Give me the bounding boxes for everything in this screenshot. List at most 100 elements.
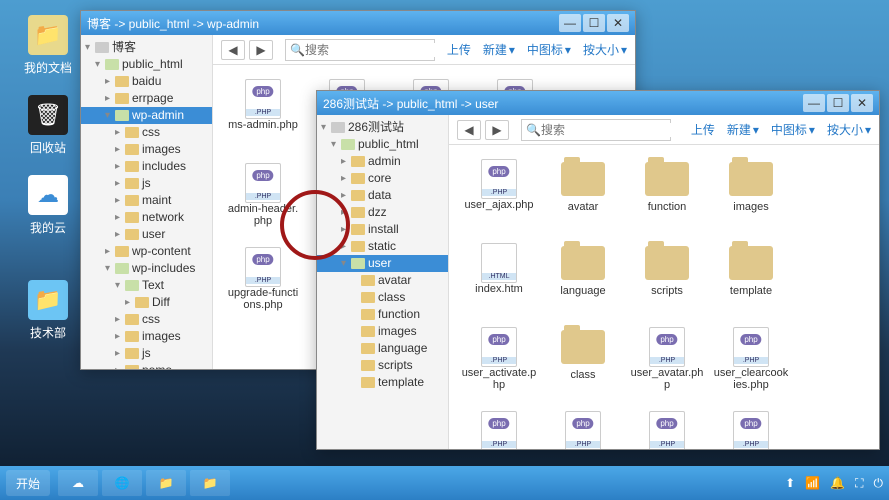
tree-node[interactable]: ▾wp-admin (81, 107, 212, 124)
file-item[interactable]: user_getpasswd.php (459, 407, 539, 449)
task-item[interactable]: 📁 (146, 470, 186, 496)
search-box: 🔍 (285, 39, 435, 61)
upload-link[interactable]: 上传 (447, 41, 471, 58)
tree-node[interactable]: template (317, 374, 448, 391)
tree-node[interactable]: ▸dzz (317, 204, 448, 221)
fullscreen-icon[interactable]: ⛶ (855, 476, 863, 491)
folder-icon (729, 162, 773, 196)
tree-node[interactable]: ▸wp-content (81, 243, 212, 260)
tree-node[interactable]: ▾wp-includes (81, 260, 212, 277)
desktop-icon-tech[interactable]: 📁技术部 (18, 280, 78, 341)
tree-node[interactable]: ▸includes (81, 158, 212, 175)
power-icon[interactable]: ⏻ (874, 476, 884, 491)
back-button[interactable]: ◀ (221, 40, 245, 60)
back-button[interactable]: ◀ (457, 120, 481, 140)
icon-size-link[interactable]: 中图标▾ (771, 121, 815, 138)
maximize-button[interactable]: ☐ (583, 14, 605, 32)
tree-root[interactable]: ▾286测试站 (317, 119, 448, 136)
task-item[interactable]: 🌐 (102, 470, 142, 496)
tree-node[interactable]: ▸Diff (81, 294, 212, 311)
file-item[interactable]: user_lostpasswd.php (627, 407, 707, 449)
tree-node[interactable]: ▸css (81, 124, 212, 141)
desktop-icon-recycle[interactable]: 🗑回收站 (18, 95, 78, 156)
tree-node[interactable]: ▸admin (317, 153, 448, 170)
icon-size-link[interactable]: 中图标▾ (527, 41, 571, 58)
tree-node[interactable]: avatar (317, 272, 448, 289)
close-button[interactable]: ✕ (607, 14, 629, 32)
file-item[interactable]: language (543, 239, 623, 319)
minimize-button[interactable]: — (803, 94, 825, 112)
tree-node[interactable]: language (317, 340, 448, 357)
tree-node[interactable]: ▸images (81, 141, 212, 158)
bell-icon[interactable]: 🔔 (830, 476, 845, 490)
file-item[interactable]: user_ajax.php (459, 155, 539, 235)
tree-node[interactable]: ▸js (81, 175, 212, 192)
tree-node[interactable]: ▾public_html (81, 56, 212, 73)
tree-node[interactable]: ▾Text (81, 277, 212, 294)
forward-button[interactable]: ▶ (485, 120, 509, 140)
file-item[interactable]: user_password.php (711, 407, 791, 449)
folder-tree[interactable]: ▾博客▾public_html▸baidu▸errpage▾wp-admin▸c… (81, 35, 213, 369)
tree-node[interactable]: function (317, 306, 448, 323)
upload-link[interactable]: 上传 (691, 121, 715, 138)
network-icon[interactable]: 📶 (805, 476, 820, 490)
tree-node[interactable]: ▸static (317, 238, 448, 255)
folder-tree[interactable]: ▾286测试站▾public_html▸admin▸core▸data▸dzz▸… (317, 115, 449, 449)
new-link[interactable]: 新建▾ (483, 41, 515, 58)
file-item[interactable]: index.htm (459, 239, 539, 319)
file-item[interactable]: admin-header.php (223, 159, 303, 239)
tree-node[interactable]: ▾user (317, 255, 448, 272)
tree-node[interactable]: ▸images (81, 328, 212, 345)
tree-node[interactable]: images (317, 323, 448, 340)
task-item[interactable]: 📁 (190, 470, 230, 496)
tree-node[interactable]: ▸network (81, 209, 212, 226)
file-name: language (543, 285, 623, 297)
file-item[interactable]: ms-admin.php (223, 75, 303, 155)
start-button[interactable]: 开始 (6, 470, 50, 496)
file-item[interactable]: template (711, 239, 791, 319)
tree-root[interactable]: ▾博客 (81, 39, 212, 56)
tree-node[interactable]: ▸errpage (81, 90, 212, 107)
file-item[interactable]: function (627, 155, 707, 235)
file-item[interactable]: avatar (543, 155, 623, 235)
tree-node[interactable]: ▸pomo (81, 362, 212, 369)
sort-link[interactable]: 按大小▾ (827, 121, 871, 138)
file-item[interactable]: images (711, 155, 791, 235)
tree-node[interactable]: ▸js (81, 345, 212, 362)
task-item[interactable]: ☁ (58, 470, 98, 496)
desktop-icon-documents[interactable]: 📁我的文档 (18, 15, 78, 76)
php-file-icon (245, 247, 281, 287)
file-item[interactable]: class (543, 323, 623, 403)
tree-node[interactable]: ▸install (317, 221, 448, 238)
file-item[interactable]: user_clearcookies.php (711, 323, 791, 403)
minimize-button[interactable]: — (559, 14, 581, 32)
maximize-button[interactable]: ☐ (827, 94, 849, 112)
tree-node[interactable]: scripts (317, 357, 448, 374)
file-grid[interactable]: user_ajax.phpavatarfunctionimages index.h… (449, 145, 879, 449)
tree-node[interactable]: ▸user (81, 226, 212, 243)
tree-node[interactable]: class (317, 289, 448, 306)
chevron-down-icon: ▾ (565, 43, 571, 57)
search-input[interactable] (541, 123, 696, 137)
sort-link[interactable]: 按大小▾ (583, 41, 627, 58)
tree-node[interactable]: ▸data (317, 187, 448, 204)
file-item[interactable]: scripts (627, 239, 707, 319)
tree-node[interactable]: ▸baidu (81, 73, 212, 90)
new-link[interactable]: 新建▾ (727, 121, 759, 138)
file-item[interactable]: upgrade-functions.php (223, 243, 303, 323)
forward-button[interactable]: ▶ (249, 40, 273, 60)
file-item[interactable]: user_activate.php (459, 323, 539, 403)
close-button[interactable]: ✕ (851, 94, 873, 112)
tree-node[interactable]: ▸maint (81, 192, 212, 209)
titlebar[interactable]: 博客 -> public_html -> wp-admin — ☐ ✕ (81, 11, 635, 35)
tree-node[interactable]: ▸css (81, 311, 212, 328)
tree-node[interactable]: ▾public_html (317, 136, 448, 153)
tree-node[interactable]: ▸core (317, 170, 448, 187)
file-item[interactable]: user_logging.php (543, 407, 623, 449)
desktop-icon-cloud[interactable]: ☁我的云 (18, 175, 78, 236)
search-input[interactable] (305, 43, 460, 57)
tray-icon[interactable]: ⬆ (785, 476, 795, 490)
file-name: user_activate.php (459, 367, 539, 391)
file-item[interactable]: user_avatar.php (627, 323, 707, 403)
titlebar[interactable]: 286测试站 -> public_html -> user — ☐ ✕ (317, 91, 879, 115)
